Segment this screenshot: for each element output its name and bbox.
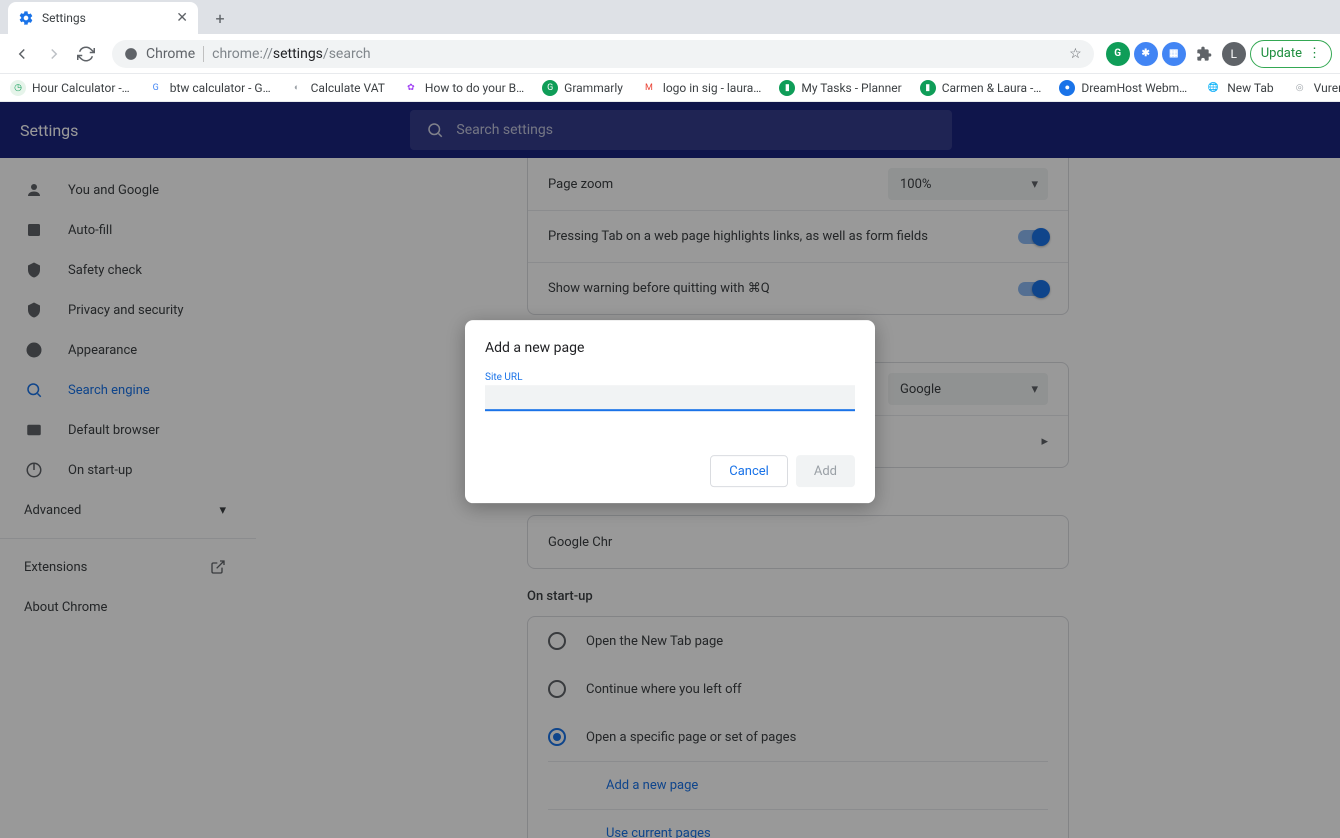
bookmark-favicon: ✿ [403,80,419,96]
cancel-button[interactable]: Cancel [710,455,788,487]
bookmark-item[interactable]: ◎Vuren plank C24 g… [1292,80,1340,96]
url-text: chrome://settings/search [212,46,371,62]
bookmark-item[interactable]: ◷Hour Calculator -… [10,80,130,96]
dialog-field-label: Site URL [485,372,855,383]
add-page-dialog: Add a new page Site URL Cancel Add [465,320,875,503]
bookmark-favicon: ◷ [10,80,26,96]
tab-title: Settings [42,11,86,25]
bookmark-favicon: 🌐 [1205,80,1221,96]
bookmark-favicon: ▮ [920,80,936,96]
bookmark-favicon: ◐ [289,80,305,96]
update-label: Update [1261,46,1302,61]
bookmark-favicon: ◎ [1292,80,1308,96]
close-tab-icon[interactable]: ✕ [176,10,188,26]
bookmark-item[interactable]: Mlogo in sig - laura… [641,80,761,96]
back-button[interactable] [8,40,36,68]
extension-icon-3[interactable]: ▦ [1162,42,1186,66]
bookmark-item[interactable]: GGrammarly [542,80,623,96]
site-url-input[interactable] [485,385,855,411]
bookmark-item[interactable]: Gbtw calculator - G… [148,80,271,96]
new-tab-button[interactable]: + [206,4,234,32]
extension-icon-1[interactable]: G [1106,42,1130,66]
extension-icon-2[interactable]: ✱ [1134,42,1158,66]
browser-tab[interactable]: Settings ✕ [8,2,198,34]
menu-dots-icon: ⋮ [1308,46,1321,61]
profile-avatar[interactable]: L [1222,42,1246,66]
reload-button[interactable] [72,40,100,68]
site-info-icon[interactable] [124,47,138,61]
bookmarks-bar: ◷Hour Calculator -… Gbtw calculator - G…… [0,74,1340,102]
bookmark-item[interactable]: ▮Carmen & Laura -… [920,80,1042,96]
dialog-title: Add a new page [485,340,855,356]
settings-favicon [18,10,34,26]
url-prefix: Chrome [146,46,204,62]
tab-strip: Settings ✕ + [0,0,1340,34]
update-button[interactable]: Update ⋮ [1250,40,1332,68]
bookmark-favicon: G [542,80,558,96]
bookmark-item[interactable]: ◐Calculate VAT [289,80,385,96]
bookmark-item[interactable]: ✿How to do your B… [403,80,524,96]
bookmark-favicon: M [641,80,657,96]
bookmark-item[interactable]: ▮My Tasks - Planner [779,80,901,96]
bookmark-item[interactable]: ●DreamHost Webm… [1059,80,1187,96]
bookmark-favicon: G [148,80,164,96]
dialog-actions: Cancel Add [485,455,855,487]
address-bar[interactable]: Chrome chrome://settings/search ☆ [112,40,1094,68]
bookmark-star-icon[interactable]: ☆ [1069,46,1082,62]
bookmark-item[interactable]: 🌐New Tab [1205,80,1273,96]
browser-toolbar: Chrome chrome://settings/search ☆ G ✱ ▦ … [0,34,1340,74]
bookmark-favicon: ● [1059,80,1075,96]
extensions-button[interactable] [1190,40,1218,68]
add-button[interactable]: Add [796,455,855,487]
forward-button[interactable] [40,40,68,68]
bookmark-favicon: ▮ [779,80,795,96]
